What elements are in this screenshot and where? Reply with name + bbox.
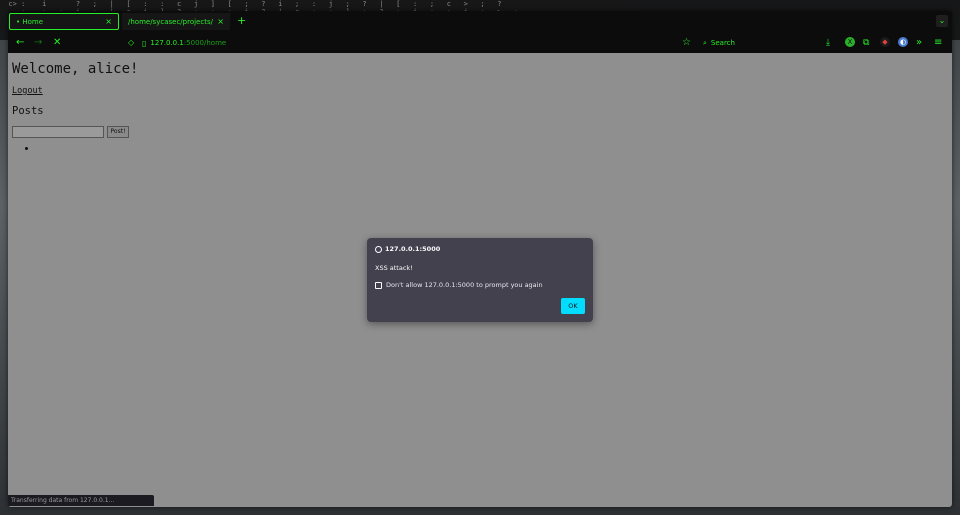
- url-host: 127.0.0.1: [150, 39, 184, 47]
- navigation-toolbar: ← → ✕ ◇ ▯ 127.0.0.1:5000/home ☆ ⌕ Search…: [8, 33, 952, 53]
- page-title: Welcome, alice!: [12, 61, 139, 77]
- stop-icon[interactable]: ✕: [53, 36, 61, 50]
- forward-icon[interactable]: →: [34, 36, 42, 50]
- post-button[interactable]: Post!: [107, 126, 129, 138]
- globe-icon: [375, 245, 382, 253]
- prompt-checkbox[interactable]: [375, 281, 382, 289]
- overflow-chevron-icon[interactable]: »: [916, 36, 922, 50]
- tab-file[interactable]: /home/sycasec/projects/13dr ×: [122, 13, 230, 30]
- status-bar: Transferring data from 127.0.0.1...: [8, 495, 154, 506]
- dialog-title: 127.0.0.1:5000: [375, 245, 440, 253]
- post-input[interactable]: [12, 126, 104, 138]
- search-placeholder: Search: [710, 39, 735, 47]
- tab-label: • Home: [16, 17, 44, 26]
- extensions-puzzle-icon[interactable]: ⧉: [863, 36, 869, 50]
- tab-label: /home/sycasec/projects/13dr: [128, 17, 213, 26]
- page-icon: ▯: [142, 38, 147, 48]
- extension-x-icon[interactable]: X: [845, 37, 855, 47]
- checkbox-label: Don't allow 127.0.0.1:5000 to prompt you…: [386, 281, 543, 289]
- tab-strip: • Home × /home/sycasec/projects/13dr × +…: [8, 11, 952, 33]
- search-icon: ⌕: [703, 38, 707, 47]
- post-list-item: [25, 147, 28, 150]
- new-tab-button[interactable]: +: [237, 14, 246, 27]
- back-icon[interactable]: ←: [16, 36, 24, 50]
- alert-dialog: 127.0.0.1:5000 XSS attack! Don't allow 1…: [367, 238, 593, 322]
- logout-link[interactable]: Logout: [12, 86, 43, 96]
- list-tabs-icon[interactable]: ⌄: [936, 15, 948, 27]
- url-path: :5000/home: [183, 39, 227, 47]
- dialog-message: XSS attack!: [375, 264, 413, 272]
- dialog-origin: 127.0.0.1:5000: [385, 245, 441, 253]
- bookmark-star-icon[interactable]: ☆: [682, 36, 691, 50]
- extension-shield-icon[interactable]: ◆: [880, 37, 890, 47]
- downloads-icon[interactable]: ⤓: [826, 36, 830, 50]
- tab-home[interactable]: • Home ×: [9, 13, 119, 30]
- menu-icon[interactable]: ≡: [934, 36, 942, 50]
- prompt-checkbox-row[interactable]: Don't allow 127.0.0.1:5000 to prompt you…: [375, 281, 543, 289]
- posts-heading: Posts: [12, 105, 44, 117]
- url-bar[interactable]: ▯ 127.0.0.1:5000/home: [142, 36, 342, 50]
- extension-blue-icon[interactable]: ◐: [898, 37, 908, 47]
- search-bar[interactable]: ⌕ Search: [703, 36, 735, 50]
- ok-button[interactable]: OK: [561, 298, 585, 314]
- close-icon[interactable]: ×: [105, 17, 112, 26]
- shield-icon[interactable]: ◇: [128, 36, 134, 50]
- close-icon[interactable]: ×: [217, 17, 224, 26]
